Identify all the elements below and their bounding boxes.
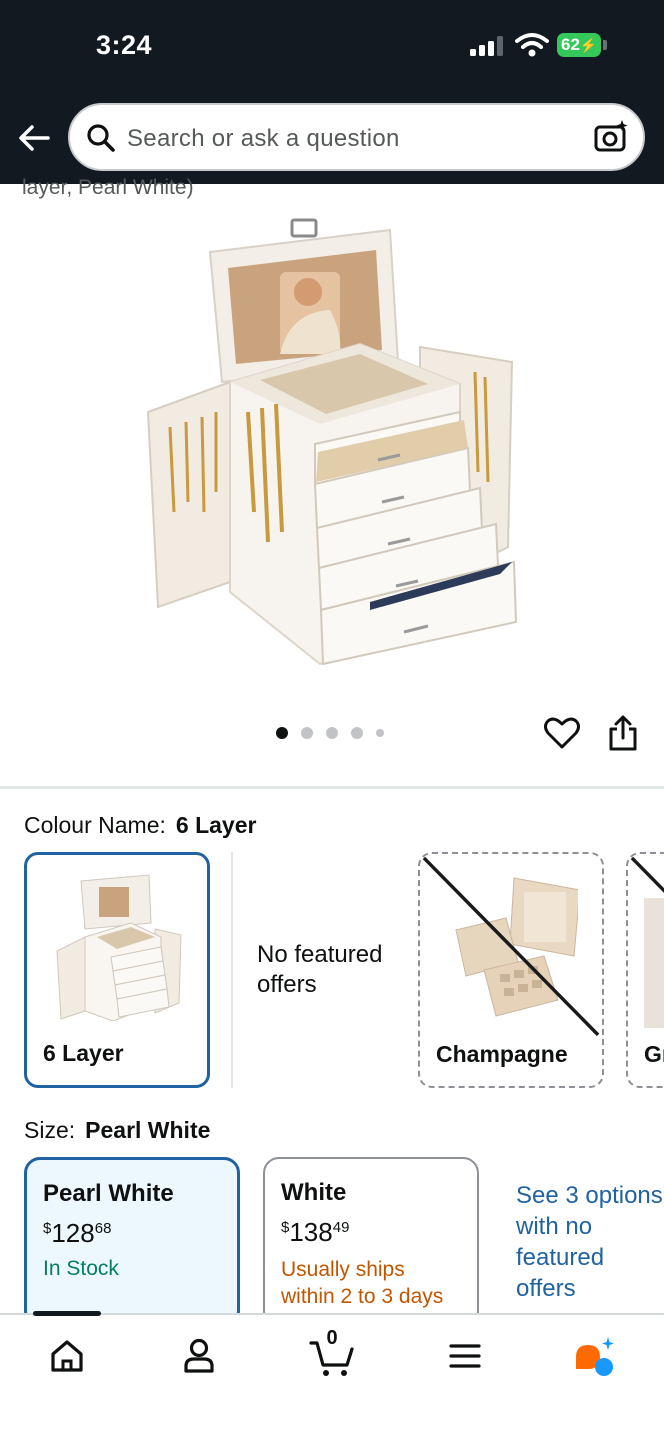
rufus-ai-icon[interactable] [572, 1333, 618, 1379]
size-option-price: $13849 [281, 1217, 350, 1247]
cart-count-badge: 0 [326, 1327, 338, 1349]
battery-indicator: 62⚡ [557, 33, 601, 57]
cellular-signal-icon [470, 36, 504, 56]
colour-selected-value: 6 Layer [175, 812, 257, 838]
share-icon[interactable] [606, 714, 640, 752]
colour-swatch-partial[interactable]: Gr [626, 852, 664, 1088]
size-option-name: Pearl White [43, 1180, 174, 1207]
see-more-options-link[interactable]: See 3 options with no featured offers [516, 1180, 664, 1304]
wifi-icon [515, 33, 549, 57]
home-icon[interactable] [44, 1333, 90, 1379]
product-page: 3:24 62⚡ Search or ask a question layer,… [0, 0, 664, 1440]
availability-text: Usually ships within 2 to 3 days [281, 1258, 444, 1308]
search-icon [87, 124, 115, 152]
colour-swatch-6-layer[interactable]: 6 Layer [24, 852, 210, 1088]
swatch-separator [231, 852, 233, 1088]
size-option-white[interactable]: White $13849 Usually ships within 2 to 3… [263, 1157, 479, 1327]
swatch-label: 6 Layer [43, 1040, 124, 1066]
swatch-thumbnail [56, 874, 182, 1021]
no-featured-offers-text: No featured offers [257, 941, 383, 998]
product-title-fragment: layer, Pearl White) [22, 176, 194, 199]
swatch-label: Gr [644, 1041, 664, 1067]
menu-icon[interactable] [442, 1333, 488, 1379]
heart-icon[interactable] [543, 714, 581, 752]
battery-cap [603, 40, 607, 50]
back-button[interactable] [14, 118, 54, 158]
product-image[interactable] [130, 212, 530, 672]
bottom-nav: 0 [0, 1313, 664, 1440]
availability-text: In Stock [43, 1257, 119, 1280]
carousel-dot[interactable] [326, 727, 338, 739]
swatch-label: Champagne [436, 1041, 568, 1067]
search-input[interactable]: Search or ask a question [127, 125, 400, 153]
camera-search-icon[interactable] [593, 119, 629, 155]
colour-label: Colour Name: [24, 812, 166, 838]
size-label: Size: [24, 1117, 76, 1143]
size-label-row: Size: Pearl White [24, 1117, 210, 1144]
header: 3:24 62⚡ Search or ask a question [0, 0, 664, 184]
colour-swatch-champagne[interactable]: Champagne [418, 852, 604, 1088]
size-option-name: White [281, 1179, 347, 1206]
cart-button[interactable]: 0 [309, 1327, 355, 1379]
carousel-dot[interactable] [301, 727, 313, 739]
section-divider [0, 786, 664, 789]
size-option-price: $12868 [43, 1218, 112, 1248]
carousel-dot[interactable] [351, 727, 363, 739]
account-icon[interactable] [176, 1333, 222, 1379]
colour-label-row: Colour Name: 6 Layer [24, 812, 256, 839]
status-time: 3:24 [96, 30, 153, 60]
active-nav-indicator [33, 1311, 101, 1316]
carousel-dot[interactable] [276, 727, 288, 739]
search-bar[interactable]: Search or ask a question [68, 103, 645, 171]
carousel-dot[interactable] [376, 729, 384, 737]
size-option-pearl-white[interactable]: Pearl White $12868 In Stock [24, 1157, 240, 1327]
size-selected-value: Pearl White [85, 1117, 211, 1143]
